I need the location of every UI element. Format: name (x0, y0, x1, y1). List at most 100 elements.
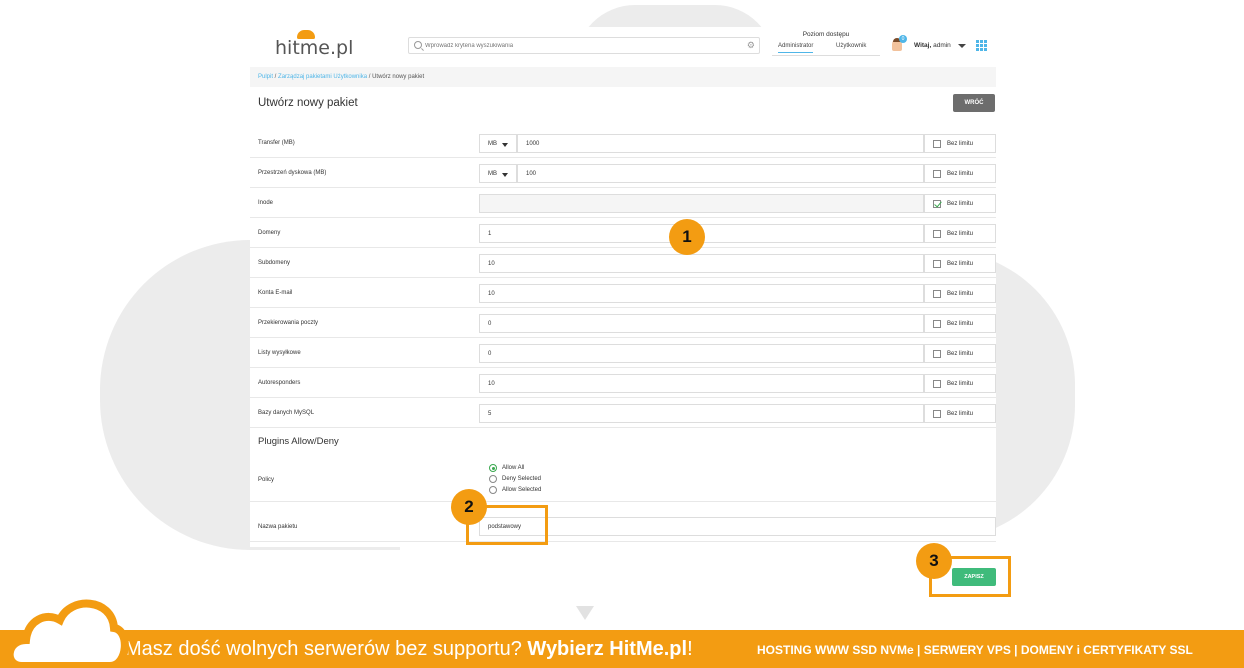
row-label: Listy wysyłkowe (258, 350, 301, 356)
checkbox-checked-icon[interactable] (933, 200, 941, 208)
checkbox-icon[interactable] (933, 230, 941, 238)
user-name: admin (933, 42, 951, 49)
row-label: Subdomeny (258, 260, 291, 266)
apps-grid-icon[interactable] (976, 40, 987, 51)
plugins-section-title: Plugins Allow/Deny (258, 436, 339, 447)
checkbox-icon[interactable] (933, 170, 941, 178)
callout-marker-2: 2 (451, 489, 487, 525)
row-label: Domeny (258, 230, 281, 236)
email-forwarders-input[interactable]: 0 (479, 314, 924, 333)
form-row-transfer: Transfer (MB) MB 1000 Bez limitu (250, 128, 996, 158)
field-value: 10 (488, 381, 495, 387)
email-accounts-input[interactable]: 10 (479, 284, 924, 303)
checkbox-icon[interactable] (933, 260, 941, 268)
gear-icon[interactable]: ⚙ (747, 40, 755, 51)
disk-space-input[interactable]: 100 (517, 164, 924, 183)
breadcrumb-home[interactable]: Pulpit (258, 74, 273, 80)
back-button[interactable]: WRÓĆ (953, 94, 995, 112)
field-value: 1000 (526, 141, 540, 147)
package-name-input[interactable]: podstawowy (479, 517, 996, 536)
down-arrow-icon (576, 606, 594, 620)
promo-banner: Masz dość wolnych serwerów bez supportu?… (0, 630, 1244, 668)
no-limit-checkbox[interactable]: Bez limitu (924, 284, 996, 303)
radio-icon[interactable] (489, 486, 497, 494)
row-label: Przekierowania poczty (258, 320, 319, 326)
notification-badge: 0 (899, 35, 907, 43)
transfer-input[interactable]: 1000 (517, 134, 924, 153)
policy-label: Policy (258, 477, 275, 483)
form-row-email-forwarders: Przekierowania poczty 0 Bez limitu (250, 308, 996, 338)
subdomains-input[interactable]: 10 (479, 254, 924, 273)
field-value: 0 (488, 351, 492, 357)
no-limit-label: Bez limitu (947, 261, 974, 267)
row-label: Inode (258, 200, 274, 206)
slogan-prefix: Masz dość wolnych serwerów bez supportu? (125, 638, 522, 660)
no-limit-checkbox[interactable]: Bez limitu (924, 194, 996, 213)
no-limit-checkbox[interactable]: Bez limitu (924, 374, 996, 393)
no-limit-label: Bez limitu (947, 291, 974, 297)
cloud-logo-icon (5, 599, 129, 668)
access-level-tabs: Administrator Użytkownik (772, 40, 880, 56)
checkbox-icon[interactable] (933, 290, 941, 298)
form-row-disk-space: Przestrzeń dyskowa (MB) MB 100 Bez limit… (250, 158, 996, 188)
checkbox-icon[interactable] (933, 380, 941, 388)
no-limit-checkbox[interactable]: Bez limitu (924, 134, 996, 153)
no-limit-label: Bez limitu (947, 141, 974, 147)
inode-input[interactable] (479, 194, 924, 213)
form-row-inode: Inode Bez limitu (250, 188, 996, 218)
radio-icon[interactable] (489, 475, 497, 483)
no-limit-checkbox[interactable]: Bez limitu (924, 164, 996, 183)
no-limit-checkbox[interactable]: Bez limitu (924, 344, 996, 363)
checkbox-icon[interactable] (933, 350, 941, 358)
radio-selected-icon[interactable] (489, 464, 497, 472)
no-limit-label: Bez limitu (947, 351, 974, 357)
breadcrumb: Pulpit / Zarządzaj pakietami Użytkownika… (258, 74, 425, 80)
row-label: Autoresponders (258, 380, 301, 386)
slogan-brand: Wybierz HitMe.pl (527, 638, 688, 660)
autoresponders-input[interactable]: 10 (479, 374, 924, 393)
form-row-autoresponders: Autoresponders 10 Bez limitu (250, 368, 996, 398)
form-row-subdomains: Subdomeny 10 Bez limitu (250, 248, 996, 278)
checkbox-icon[interactable] (933, 140, 941, 148)
radio-label: Allow Selected (502, 487, 542, 493)
user-menu[interactable]: 0 Witaj, admin (890, 35, 1000, 55)
no-limit-label: Bez limitu (947, 231, 974, 237)
no-limit-checkbox[interactable]: Bez limitu (924, 404, 996, 423)
radio-label: Allow All (502, 465, 525, 471)
callout-marker-1: 1 (669, 219, 705, 255)
form-row-mysql-databases: Bazy danych MySQL 5 Bez limitu (250, 398, 996, 428)
checkbox-icon[interactable] (933, 410, 941, 418)
tab-user[interactable]: Użytkownik (836, 43, 866, 49)
field-value: 0 (488, 321, 492, 327)
policy-row: Policy Allow All Deny Selected Allow Sel… (250, 452, 996, 502)
chevron-down-icon (502, 173, 508, 177)
row-label: Konta E-mail (258, 290, 293, 296)
checkbox-icon[interactable] (933, 320, 941, 328)
no-limit-checkbox[interactable]: Bez limitu (924, 224, 996, 243)
banner-slogan: Masz dość wolnych serwerów bez supportu?… (125, 638, 693, 661)
chevron-down-icon (502, 143, 508, 147)
field-value: 100 (526, 171, 537, 177)
no-limit-label: Bez limitu (947, 171, 974, 177)
package-name-label: Nazwa pakietu (258, 524, 298, 530)
unit-select[interactable]: MB (479, 164, 517, 183)
unit-select[interactable]: MB (479, 134, 517, 153)
row-label: Transfer (MB) (258, 140, 295, 146)
radio-label: Deny Selected (502, 476, 542, 482)
breadcrumb-parent[interactable]: Zarządzaj pakietami Użytkownika (278, 74, 367, 80)
chevron-down-icon[interactable] (958, 44, 966, 48)
no-limit-label: Bez limitu (947, 321, 974, 327)
field-value: 1 (488, 231, 492, 237)
breadcrumb-current: Utwórz nowy pakiet (372, 74, 425, 80)
no-limit-checkbox[interactable]: Bez limitu (924, 254, 996, 273)
top-header: hitme.pl ⚙ Poziom dostępu Administrator … (250, 27, 996, 67)
search-icon (414, 41, 422, 49)
row-label: Przestrzeń dyskowa (MB) (258, 170, 327, 176)
search-input[interactable] (425, 39, 735, 52)
search-box[interactable]: ⚙ (408, 37, 760, 54)
no-limit-checkbox[interactable]: Bez limitu (924, 314, 996, 333)
mysql-databases-input[interactable]: 5 (479, 404, 924, 423)
logo[interactable]: hitme.pl (275, 37, 353, 59)
mailing-lists-input[interactable]: 0 (479, 344, 924, 363)
tab-administrator[interactable]: Administrator (778, 43, 814, 53)
